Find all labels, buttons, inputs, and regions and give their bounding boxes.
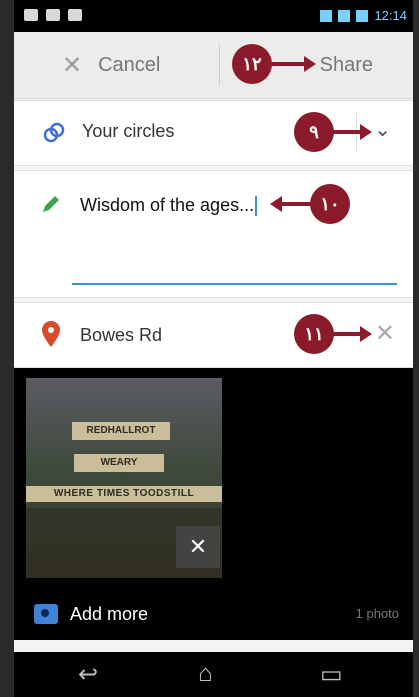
home-icon[interactable]: ⌂ bbox=[198, 660, 213, 688]
callout-arrowhead bbox=[360, 326, 372, 342]
audience-label: Your circles bbox=[82, 121, 175, 141]
callout-arrowhead bbox=[304, 56, 316, 72]
notification-icon bbox=[46, 9, 60, 21]
input-underline bbox=[72, 283, 397, 285]
pencil-icon bbox=[43, 196, 59, 212]
photo-count: 1 photo bbox=[355, 606, 399, 621]
remove-location-icon[interactable]: ✕ bbox=[375, 319, 395, 348]
notification-icons bbox=[24, 9, 82, 21]
media-panel: REDHALLROT WEARY WHERE TIMES TOODSTILL ✕… bbox=[14, 368, 413, 640]
location-pin-icon bbox=[42, 321, 60, 347]
notification-icon bbox=[68, 9, 82, 21]
remove-photo-button[interactable]: ✕ bbox=[176, 526, 220, 568]
location-label: Bowes Rd bbox=[80, 325, 163, 345]
callout-arrow bbox=[282, 202, 312, 206]
callout-circles: ٩ bbox=[294, 112, 334, 152]
close-icon: ✕ bbox=[62, 51, 83, 79]
post-text-input[interactable]: Wisdom of the ages... bbox=[80, 195, 258, 217]
callout-arrowhead bbox=[360, 124, 372, 140]
system-icons: 12:14 bbox=[320, 8, 407, 23]
share-label: Share bbox=[319, 54, 373, 76]
callout-arrow bbox=[332, 332, 362, 336]
callout-location: ١١ bbox=[294, 314, 334, 354]
navigation-bar: ↩ ⌂ ▭ bbox=[14, 652, 413, 697]
attached-photo[interactable]: REDHALLROT WEARY WHERE TIMES TOODSTILL ✕ bbox=[26, 378, 222, 578]
clock: 12:14 bbox=[374, 8, 407, 23]
recent-apps-icon[interactable]: ▭ bbox=[320, 660, 343, 689]
callout-arrowhead bbox=[270, 196, 282, 212]
battery-icon bbox=[356, 9, 369, 22]
sign-text: WHERE TIMES TOODSTILL bbox=[26, 486, 222, 502]
sign-text: WEARY bbox=[74, 454, 164, 472]
signal-icon bbox=[338, 9, 351, 22]
post-editor[interactable]: Wisdom of the ages... bbox=[14, 170, 413, 298]
chevron-down-icon[interactable]: ⌄ bbox=[374, 117, 391, 142]
sign-text: REDHALLROT bbox=[72, 422, 170, 440]
status-bar: 12:14 bbox=[14, 0, 413, 32]
back-icon[interactable]: ↩ bbox=[78, 660, 98, 689]
callout-arrow bbox=[332, 130, 362, 134]
callout-arrow bbox=[270, 62, 306, 66]
cancel-label: Cancel bbox=[98, 53, 161, 76]
camera-icon[interactable] bbox=[34, 604, 58, 624]
add-media-bar: Add more 1 photo bbox=[14, 596, 413, 640]
device-frame-left bbox=[0, 0, 14, 697]
add-more-button[interactable]: Add more bbox=[70, 604, 148, 625]
circles-icon bbox=[43, 122, 65, 143]
notification-icon bbox=[24, 9, 38, 21]
cancel-button[interactable]: ✕ Cancel bbox=[14, 32, 219, 98]
wifi-icon bbox=[320, 9, 333, 22]
text-cursor bbox=[255, 196, 258, 217]
device-frame-right bbox=[413, 0, 419, 697]
callout-share: ١٢ bbox=[232, 44, 272, 84]
action-bar: ✕ Cancel Share bbox=[14, 32, 413, 99]
post-text: Wisdom of the ages... bbox=[80, 195, 255, 215]
callout-post: ١٠ bbox=[310, 184, 350, 224]
